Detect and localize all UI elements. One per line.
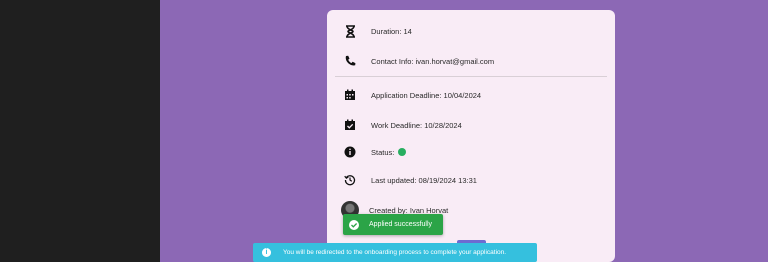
application-deadline-row: Application Deadline: 10/04/2024: [343, 86, 481, 104]
status-label: Status:: [371, 147, 395, 157]
status-row: Status:: [343, 143, 407, 161]
last-updated-text: Last updated: 08/19/2024 13:31: [371, 175, 477, 185]
phone-icon: [343, 54, 357, 68]
calendar-check-icon: [343, 118, 357, 132]
info-icon: [343, 145, 357, 159]
info-toast: i You will be redirected to the onboardi…: [253, 243, 537, 262]
divider: [335, 76, 607, 77]
status-indicator: [398, 148, 407, 156]
history-icon: [343, 173, 357, 187]
check-circle-icon: [349, 219, 359, 230]
left-panel: [0, 0, 160, 262]
hourglass-icon: [343, 24, 357, 38]
work-deadline-row: Work Deadline: 10/28/2024: [343, 116, 462, 134]
last-updated-row: Last updated: 08/19/2024 13:31: [343, 171, 477, 189]
success-message: Applied successfully: [369, 221, 433, 228]
contact-text: Contact Info: ivan.horvat@gmail.com: [371, 56, 495, 66]
work-deadline-text: Work Deadline: 10/28/2024: [371, 120, 462, 130]
info-message: You will be redirected to the onboarding…: [283, 249, 507, 256]
info-circle-icon: i: [262, 248, 271, 257]
duration-text: Duration: 14: [371, 26, 412, 36]
duration-row: Duration: 14: [343, 22, 412, 40]
calendar-icon: [343, 88, 357, 102]
contact-row: Contact Info: ivan.horvat@gmail.com: [343, 52, 494, 70]
success-toast: Applied successfully: [343, 214, 443, 235]
application-deadline-text: Application Deadline: 10/04/2024: [371, 90, 482, 100]
